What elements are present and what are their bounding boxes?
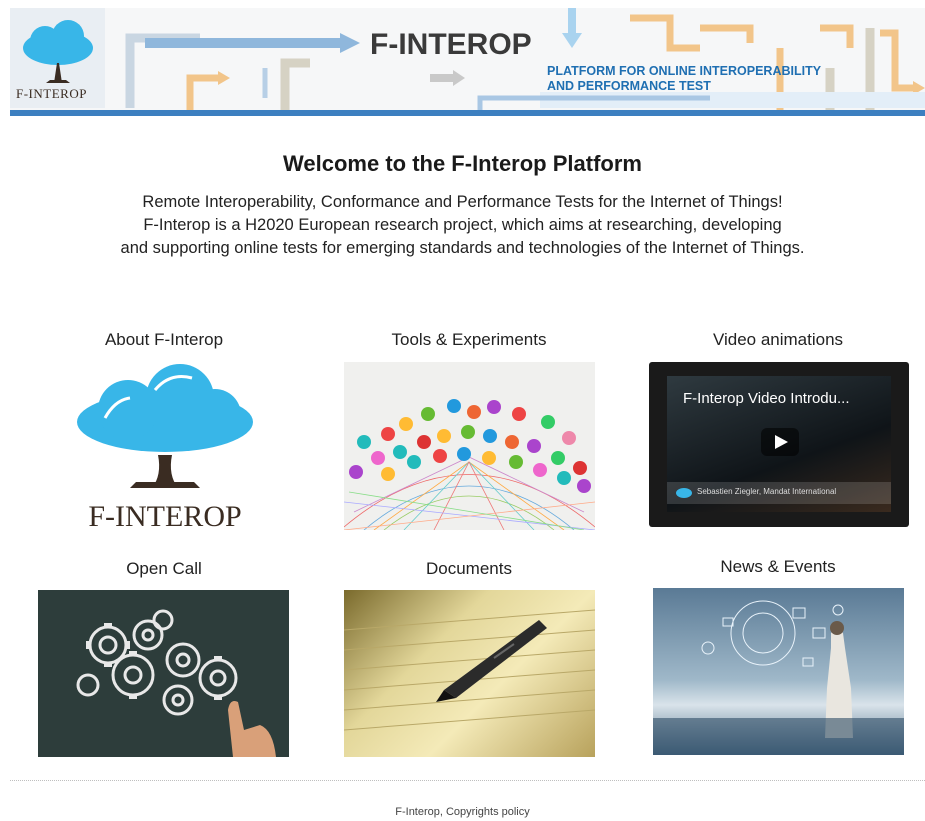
tile-about-title[interactable]: About F-Interop xyxy=(34,330,294,350)
banner-bottom-bar xyxy=(10,110,925,116)
intro-line-2: F-Interop is a H2020 European research p… xyxy=(143,216,782,234)
tile-tools-image[interactable] xyxy=(344,362,595,530)
tile-video-player[interactable]: F-Interop Video Introdu... Sebastien Zie… xyxy=(649,362,909,527)
play-icon xyxy=(775,435,788,449)
cloud-icon xyxy=(676,488,692,498)
tile-tools-title[interactable]: Tools & Experiments xyxy=(339,330,599,350)
header-banner: F-INTEROP F-INTEROP PLATFORM FOR ONLINE … xyxy=(10,8,925,116)
tile-about-logo-text: F-INTEROP xyxy=(88,500,242,533)
woman-cloud-icon xyxy=(653,600,904,755)
banner-title: F-INTEROP xyxy=(370,28,532,61)
intro-line-3: and supporting online tests for emerging… xyxy=(120,239,805,257)
banner-logo-text: F-INTEROP xyxy=(16,86,87,101)
video-title[interactable]: F-Interop Video Introdu... xyxy=(683,390,850,407)
tile-news-title[interactable]: News & Events xyxy=(648,557,908,577)
footer-copyright-link[interactable]: F-Interop, Copyrights policy xyxy=(0,806,925,818)
banner-tagline-line-1: PLATFORM FOR ONLINE INTEROPERABILITY xyxy=(547,64,822,78)
tile-opencall-image[interactable] xyxy=(38,590,289,757)
banner-tagline: PLATFORM FOR ONLINE INTEROPERABILITY AND… xyxy=(547,64,847,94)
play-button[interactable] xyxy=(761,428,799,456)
tile-video-title[interactable]: Video animations xyxy=(648,330,908,350)
tile-documents-title[interactable]: Documents xyxy=(339,559,599,579)
tile-news-image[interactable] xyxy=(653,588,904,755)
banner-tagline-line-2: AND PERFORMANCE TEST xyxy=(547,79,711,93)
gears-icon xyxy=(76,609,276,757)
banner-decoration xyxy=(125,8,925,116)
footer-divider xyxy=(10,780,925,781)
tile-opencall-title[interactable]: Open Call xyxy=(34,559,294,579)
page-title: Welcome to the F-Interop Platform xyxy=(283,151,642,176)
pen-paper-icon xyxy=(344,609,595,731)
banner-logo[interactable]: F-INTEROP xyxy=(10,8,105,108)
iot-globe-icon xyxy=(344,399,595,530)
video-caption-bar: Sebastien Ziegler, Mandat International xyxy=(667,482,891,504)
tile-documents-image[interactable] xyxy=(344,590,595,757)
tile-about-image[interactable]: F-INTEROP xyxy=(70,360,260,535)
intro-line-1: Remote Interoperability, Conformance and… xyxy=(142,193,783,211)
video-thumbnail: F-Interop Video Introdu... Sebastien Zie… xyxy=(667,376,891,512)
video-caption: Sebastien Ziegler, Mandat International xyxy=(697,487,837,496)
